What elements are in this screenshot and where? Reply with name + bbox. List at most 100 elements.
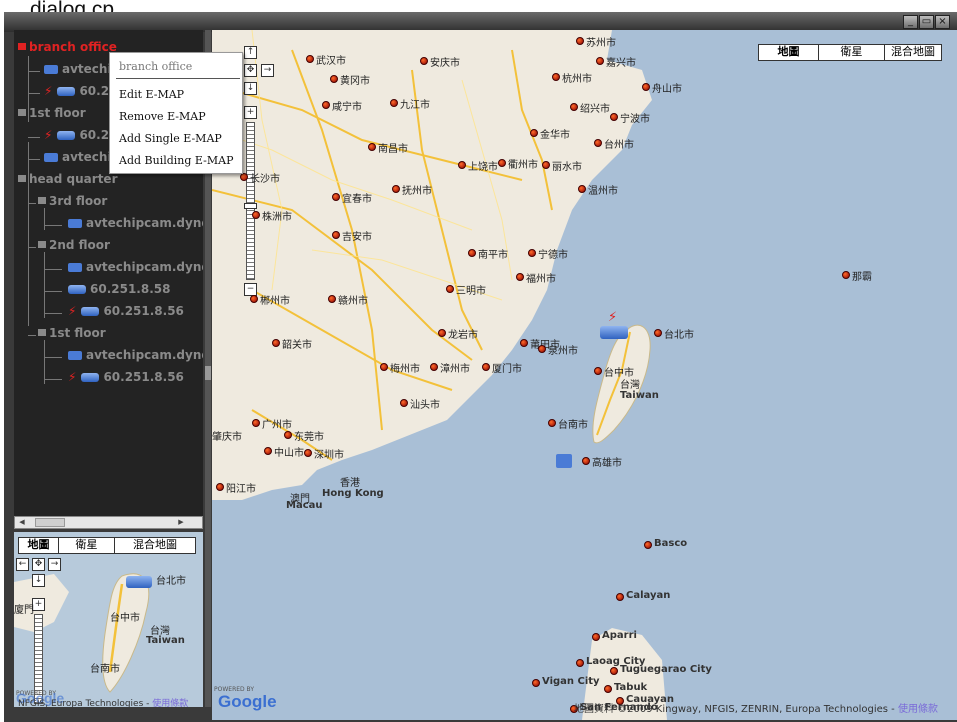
dvr-icon	[81, 307, 100, 316]
city-label: 上饶市	[468, 162, 498, 173]
zoom-in-button[interactable]: +	[244, 106, 257, 119]
city-marker-icon	[528, 249, 536, 257]
alarm-icon[interactable]: ⚡	[608, 310, 617, 325]
tree-node-head-quarter[interactable]: head quarter	[18, 172, 118, 190]
overview-map-type-map[interactable]: 地圖	[19, 538, 59, 553]
city-marker-icon	[538, 345, 546, 353]
zoom-slider[interactable]	[244, 122, 257, 280]
tree-node-2nd-floor[interactable]: 2nd floor	[28, 238, 110, 256]
city-marker-icon	[306, 55, 314, 63]
tree-node-branch-office[interactable]: branch office	[18, 40, 117, 58]
menu-item-edit-emap[interactable]: Edit E-MAP	[119, 88, 184, 101]
overview-pan-left-button[interactable]: ←	[16, 558, 29, 571]
tree-item-dvr[interactable]: ⚡60.251.8.56	[44, 304, 184, 322]
dvr-icon[interactable]	[126, 576, 152, 588]
tree-item-camera[interactable]: avtechipcam.dyndns	[44, 216, 203, 234]
city-marker-icon	[368, 143, 376, 151]
city-marker-icon	[552, 73, 560, 81]
city-marker-icon	[390, 99, 398, 107]
map-type-hybrid[interactable]: 混合地圖	[885, 45, 941, 60]
main-map[interactable]: 地圖 衛星 混合地圖 ↑ ✥ → ↓ + − 武汉市 安庆市 苏州市 嘉兴市 黄冈市 杭州…	[212, 30, 957, 720]
city-marker-icon	[594, 367, 602, 375]
city-label: Aparri	[602, 630, 637, 641]
city-marker-icon	[380, 363, 388, 371]
zoom-slider-handle[interactable]	[244, 203, 257, 209]
city-marker-icon	[430, 363, 438, 371]
city-label: Taiwan	[620, 390, 659, 401]
camera-icon[interactable]	[556, 454, 572, 468]
pan-right-button[interactable]: →	[261, 64, 274, 77]
splitter-handle[interactable]	[205, 366, 211, 380]
scroll-thumb[interactable]	[35, 518, 65, 527]
pan-center-button[interactable]: ✥	[244, 64, 257, 77]
city-marker-icon	[594, 139, 602, 147]
dvr-icon	[57, 131, 76, 140]
city-label: 漳州市	[440, 364, 470, 375]
city-label: 宁德市	[538, 250, 568, 261]
tree-horizontal-scrollbar[interactable]: ◀ ▶	[14, 516, 203, 529]
overview-pan-down-button[interactable]: ↓	[32, 574, 45, 587]
city-marker-icon	[446, 285, 454, 293]
city-marker-icon	[482, 363, 490, 371]
city-label: 长沙市	[250, 174, 280, 185]
overview-pan-right-button[interactable]: →	[48, 558, 61, 571]
city-label: 丽水市	[552, 162, 582, 173]
tree-item-camera[interactable]: avtechipcam.dyndns	[44, 260, 203, 278]
city-marker-icon	[304, 449, 312, 457]
pan-down-button[interactable]: ↓	[244, 82, 257, 95]
terms-link[interactable]: 使用條款	[898, 704, 938, 715]
overview-city-label: 台北市	[156, 576, 186, 587]
pan-up-button[interactable]: ↑	[244, 46, 257, 59]
zoom-out-button[interactable]: −	[244, 283, 257, 296]
city-label: 抚州市	[402, 186, 432, 197]
minimize-button[interactable]: _	[903, 15, 918, 29]
city-marker-icon	[420, 57, 428, 65]
map-type-map[interactable]: 地圖	[759, 45, 819, 60]
dvr-icon[interactable]	[600, 326, 628, 339]
city-marker-icon	[654, 329, 662, 337]
maximize-button[interactable]: ▭	[919, 15, 934, 29]
menu-item-remove-emap[interactable]: Remove E-MAP	[119, 110, 206, 123]
city-marker-icon	[644, 541, 652, 549]
city-label: Calayan	[626, 590, 671, 601]
tree-node-1st-floor[interactable]: 1st floor	[18, 106, 86, 124]
city-marker-icon	[264, 447, 272, 455]
overview-map-type-satellite[interactable]: 衛星	[59, 538, 115, 553]
map-type-satellite[interactable]: 衛星	[819, 45, 885, 60]
city-marker-icon	[576, 659, 584, 667]
overview-city-label: 台南市	[90, 664, 120, 675]
city-label: 台州市	[604, 140, 634, 151]
google-logo: Google	[218, 692, 277, 711]
overview-pan-center-button[interactable]: ✥	[32, 558, 45, 571]
title-bar[interactable]: _ ▭ ×	[4, 12, 957, 32]
city-label: 嘉兴市	[606, 58, 636, 69]
tree-item-dvr[interactable]: ⚡60.251.8.56	[44, 370, 184, 388]
overview-city-label: 台中市	[110, 613, 140, 624]
menu-item-add-single-emap[interactable]: Add Single E-MAP	[119, 132, 222, 145]
city-marker-icon	[332, 193, 340, 201]
city-marker-icon	[516, 273, 524, 281]
overview-terms-link[interactable]: 使用條款	[152, 699, 188, 707]
overview-attribution: NFGIS, Europa Technologies - 使用條款	[18, 699, 189, 707]
menu-item-add-building-emap[interactable]: Add Building E-MAP	[119, 154, 233, 167]
overview-map[interactable]: 地圖 衛星 混合地圖 ← ✥ → ↓ + 台北市 台中市 台灣 Taiwan 台…	[14, 532, 203, 707]
tree-item-camera[interactable]: avtechipcam.dyndns	[44, 348, 203, 366]
city-label: 韶关市	[282, 340, 312, 351]
city-label: 苏州市	[586, 38, 616, 49]
city-label: 温州市	[588, 186, 618, 197]
city-label: 梅州市	[390, 364, 420, 375]
tree-item-dvr[interactable]: 60.251.8.58	[44, 282, 170, 300]
tree-node-1st-floor[interactable]: 1st floor	[28, 326, 106, 344]
city-label: 汕头市	[410, 400, 440, 411]
close-button[interactable]: ×	[935, 15, 950, 29]
city-marker-icon	[272, 339, 280, 347]
tree-node-3rd-floor[interactable]: 3rd floor	[28, 194, 107, 212]
city-marker-icon	[332, 231, 340, 239]
city-marker-icon	[578, 185, 586, 193]
overview-map-type-hybrid[interactable]: 混合地圖	[115, 538, 195, 553]
city-label: 衢州市	[508, 160, 538, 171]
city-label: 福州市	[526, 274, 556, 285]
scroll-left-arrow-icon[interactable]: ◀	[16, 518, 28, 527]
city-label: 金华市	[540, 130, 570, 141]
scroll-right-arrow-icon[interactable]: ▶	[175, 518, 187, 527]
